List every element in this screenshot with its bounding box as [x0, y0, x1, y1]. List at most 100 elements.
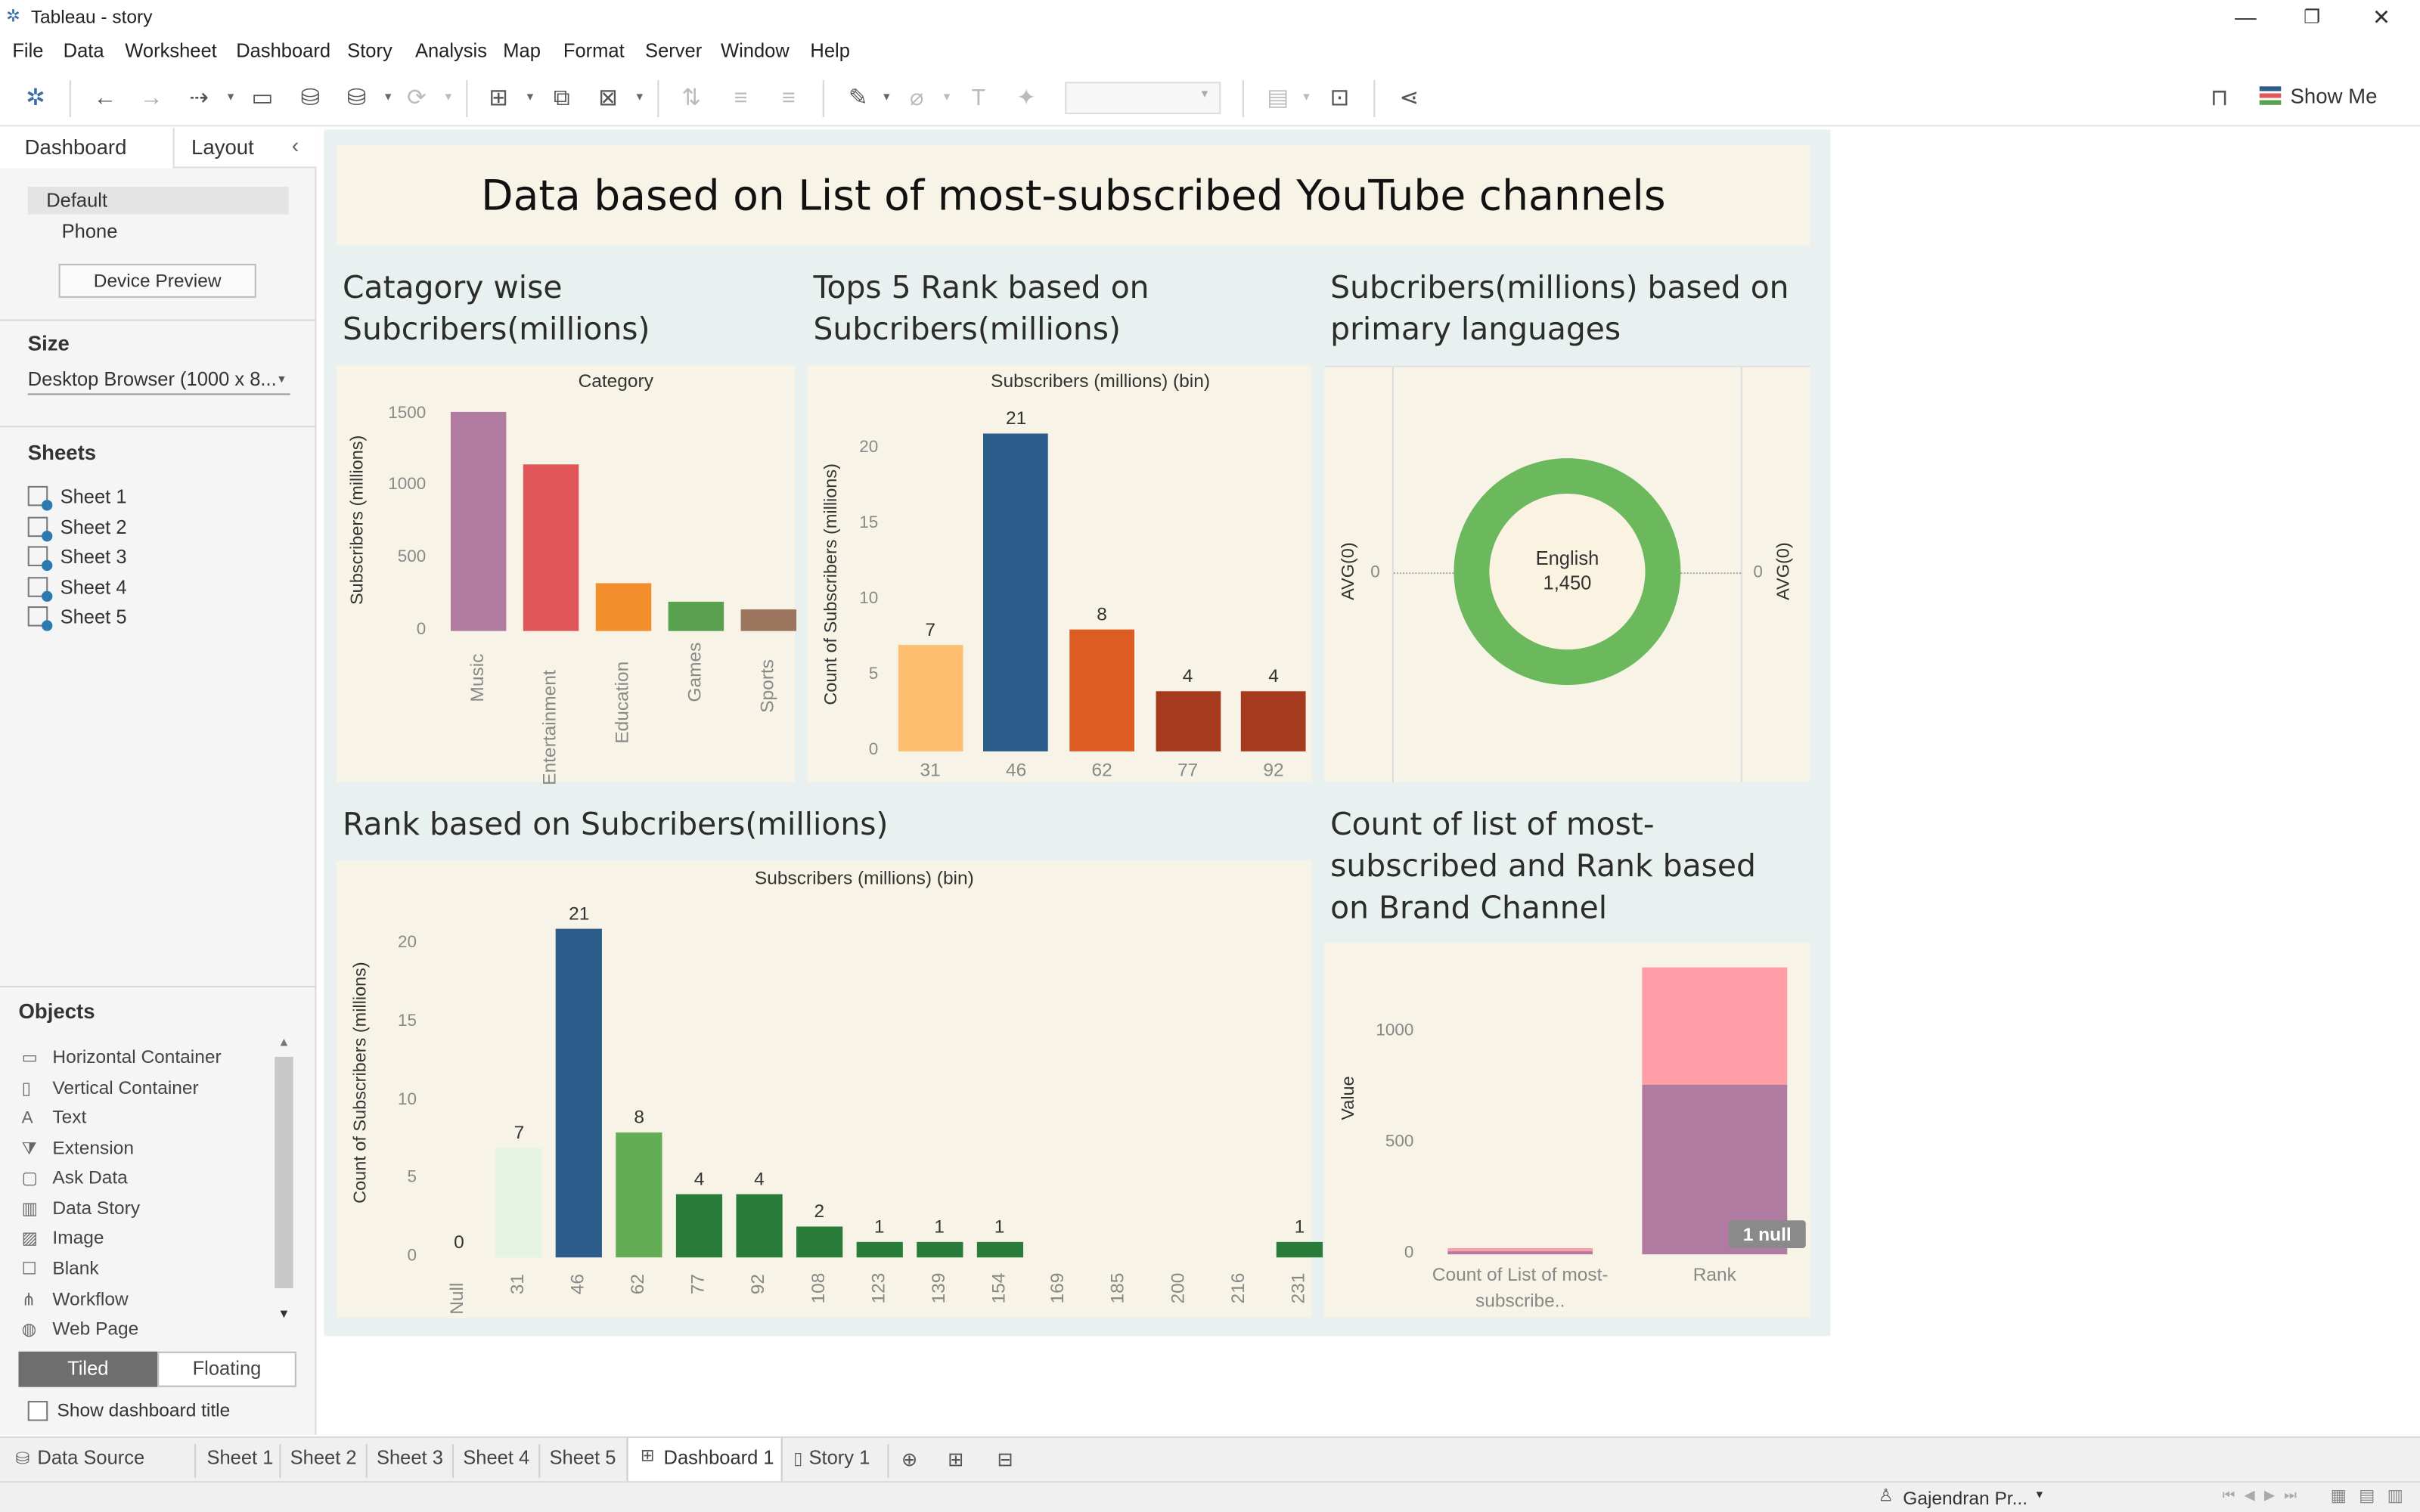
object-blank[interactable]: ☐ Blank [22, 1257, 99, 1282]
menu-story[interactable]: Story [347, 40, 392, 62]
object-vertical-container[interactable]: ▯ Vertical Container [22, 1077, 199, 1101]
show-labels-icon[interactable]: T [963, 83, 994, 114]
sort-ascending-icon[interactable]: ≡ [725, 83, 756, 114]
bar[interactable] [616, 1132, 662, 1258]
tab-sheet-5[interactable]: Sheet 5 [550, 1447, 616, 1475]
new-worksheet-icon[interactable]: ⊞ [483, 83, 514, 114]
objects-scrollbar[interactable]: ▲ ▼ [273, 1035, 295, 1328]
sheet-list-item[interactable]: Sheet 5 [27, 606, 127, 634]
clear-sheet-icon[interactable]: ⊠ [593, 83, 624, 114]
save-icon[interactable]: ▭ [247, 83, 278, 114]
menu-window[interactable]: Window [721, 40, 790, 62]
tab-dashboard-1[interactable]: ⊞ Dashboard 1 [626, 1438, 783, 1483]
bar[interactable] [740, 609, 796, 631]
tab-layout[interactable]: Layout ‹ [172, 128, 317, 169]
bar[interactable] [675, 1194, 723, 1258]
refresh-icon[interactable]: ⟳ [402, 83, 433, 114]
menu-map[interactable]: Map [503, 40, 541, 62]
sheet-list-item[interactable]: Sheet 4 [27, 577, 127, 605]
sheet-list-item[interactable]: Sheet 2 [27, 516, 127, 545]
show-me-button[interactable]: Show Me [2259, 80, 2377, 114]
user-name[interactable]: Gajendran Pr... [1903, 1487, 2028, 1509]
menu-data[interactable]: Data [64, 40, 104, 62]
sheet-list-item[interactable]: Sheet 3 [27, 546, 127, 574]
fit-dropdown[interactable]: ▼ [1065, 82, 1221, 115]
close-icon[interactable]: ✕ [2346, 0, 2417, 34]
menu-help[interactable]: Help [810, 40, 849, 62]
bar[interactable] [1155, 690, 1221, 751]
menu-worksheet[interactable]: Worksheet [125, 40, 216, 62]
bar[interactable] [856, 1241, 903, 1258]
tab-data-source[interactable]: ⛁ Data Source [15, 1447, 144, 1475]
bar-segment[interactable] [1447, 1248, 1593, 1252]
bar[interactable] [916, 1241, 963, 1258]
sheet-list-item[interactable]: Sheet 1 [27, 485, 127, 514]
device-preview-button[interactable]: Device Preview [58, 263, 256, 298]
floating-button[interactable]: Floating [157, 1351, 296, 1387]
chart-top5-rank[interactable]: Subscribers (millions) (bin) Count of Su… [807, 365, 1312, 782]
duplicate-sheet-icon[interactable]: ⧉ [546, 83, 577, 114]
bar[interactable] [983, 433, 1049, 751]
new-dashboard-tab-icon[interactable]: ⊞ [948, 1447, 963, 1475]
new-data-source-icon[interactable]: ⛁ [295, 83, 326, 114]
group-members-icon[interactable]: ⌀ [901, 83, 932, 114]
tab-sheet-3[interactable]: Sheet 3 [377, 1447, 443, 1475]
scroll-down-icon[interactable]: ▼ [278, 1307, 290, 1321]
object-ask-data[interactable]: ▢ Ask Data [22, 1167, 128, 1191]
undo-icon[interactable]: ← [89, 83, 120, 114]
bar[interactable] [667, 602, 724, 631]
device-default[interactable]: Default [27, 186, 289, 215]
object-extension[interactable]: ⧩ Extension [22, 1137, 134, 1162]
bar[interactable] [898, 645, 963, 751]
bar[interactable] [1069, 630, 1134, 751]
bar[interactable] [495, 1148, 543, 1258]
object-data-story[interactable]: ▥ Data Story [22, 1198, 141, 1222]
replay-icon[interactable]: ⇢ [184, 83, 215, 114]
tab-sheet-2[interactable]: Sheet 2 [290, 1447, 357, 1475]
bar[interactable] [796, 1225, 842, 1258]
user-menu-chevron-icon[interactable]: ▼ [2034, 1490, 2045, 1501]
tiled-button[interactable]: Tiled [18, 1351, 158, 1387]
bar[interactable] [976, 1241, 1023, 1258]
pin-icon[interactable]: ⊓ [2204, 83, 2235, 114]
tab-story-1[interactable]: ▯ Story 1 [793, 1447, 870, 1475]
fix-axes-icon[interactable]: ✦ [1011, 83, 1042, 114]
bar[interactable] [1276, 1241, 1323, 1258]
menu-server[interactable]: Server [645, 40, 702, 62]
swap-axes-icon[interactable]: ⇅ [676, 83, 707, 114]
bar-segment[interactable] [1642, 967, 1788, 1084]
chart-rank[interactable]: Subscribers (millions) (bin) Count of Su… [336, 860, 1323, 1318]
null-indicator-badge[interactable]: 1 null [1728, 1220, 1806, 1249]
object-web-page[interactable]: ◍ Web Page [22, 1318, 139, 1343]
bar[interactable] [522, 465, 579, 631]
bar[interactable] [736, 1194, 783, 1258]
sheet-navigation-icons[interactable]: ⏮◀▶⏭ [2223, 1487, 2306, 1504]
chart-category[interactable]: Category Subscribers (millions) 0 500 1000… [336, 365, 796, 786]
restore-icon[interactable]: ❐ [2276, 0, 2347, 34]
menu-format[interactable]: Format [563, 40, 625, 62]
menu-dashboard[interactable]: Dashboard [236, 40, 330, 62]
new-story-tab-icon[interactable]: ⊟ [997, 1447, 1013, 1475]
menu-file[interactable]: File [12, 40, 43, 62]
bar[interactable] [449, 411, 506, 631]
tab-sheet-4[interactable]: Sheet 4 [463, 1447, 529, 1475]
scroll-up-icon[interactable]: ▲ [278, 1035, 290, 1049]
tab-dashboard[interactable]: Dashboard [0, 128, 173, 169]
object-text[interactable]: A Text [22, 1106, 87, 1131]
tableau-start-icon[interactable]: ✲ [20, 83, 51, 114]
bar[interactable] [594, 583, 651, 631]
object-image[interactable]: ▨ Image [22, 1226, 104, 1251]
new-worksheet-tab-icon[interactable]: ⊕ [901, 1447, 917, 1475]
bar[interactable] [1241, 690, 1306, 751]
presentation-mode-icon[interactable]: ⊡ [1324, 83, 1355, 114]
menu-analysis[interactable]: Analysis [415, 40, 487, 62]
chart-languages[interactable]: AVG(0) AVG(0) 0 0 English 1,450 [1324, 365, 1810, 782]
share-icon[interactable]: ⋖ [1394, 83, 1425, 114]
redo-icon[interactable]: → [136, 83, 167, 114]
tab-sheet-1[interactable]: Sheet 1 [206, 1447, 273, 1475]
object-workflow[interactable]: ⋔ Workflow [22, 1288, 129, 1313]
device-phone[interactable]: Phone [62, 221, 118, 243]
view-mode-icons[interactable]: ▦▤▥ [2331, 1486, 2416, 1505]
object-horizontal-container[interactable]: ▭ Horizontal Container [22, 1046, 222, 1071]
chart-brand-channel[interactable]: Value 0 500 1000 Count of List of most-subs… [1324, 942, 1810, 1318]
